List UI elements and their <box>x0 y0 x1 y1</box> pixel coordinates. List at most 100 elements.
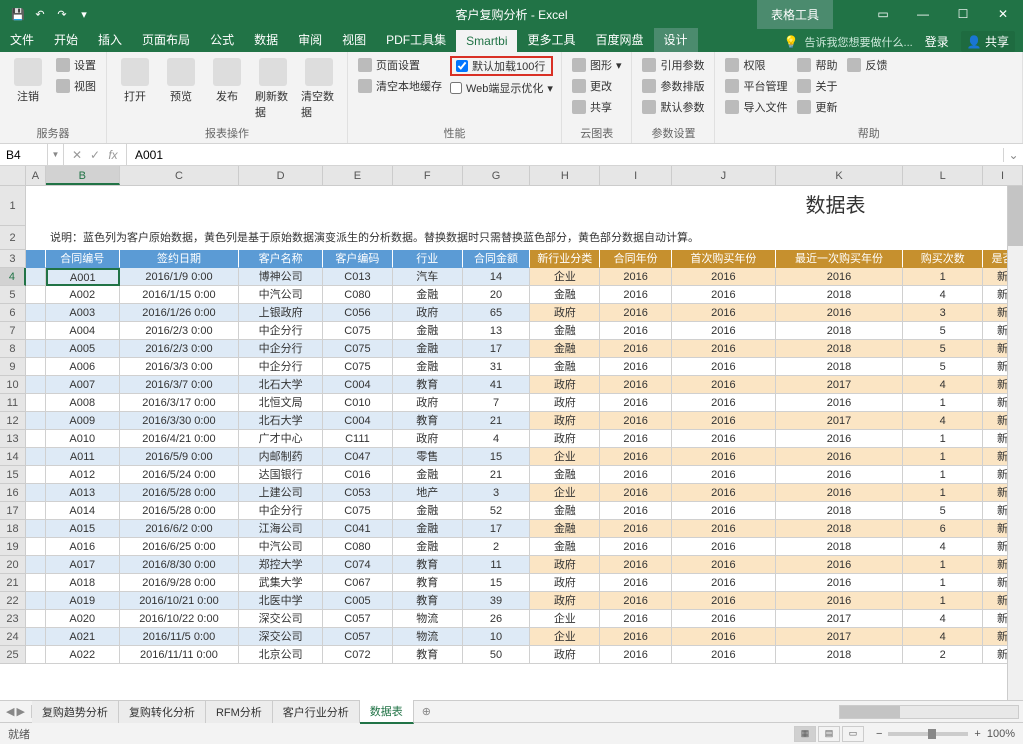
cell[interactable]: C047 <box>323 448 393 466</box>
cell[interactable]: 2016 <box>600 466 672 484</box>
page-break-view-button[interactable]: ▭ <box>842 726 864 742</box>
col-header[interactable]: L <box>903 166 983 185</box>
cell[interactable]: 2016/1/9 0:00 <box>120 268 240 286</box>
cell[interactable]: 金融 <box>393 520 463 538</box>
logout-button[interactable]: 注销 <box>8 56 48 106</box>
cell[interactable]: 2016 <box>600 376 672 394</box>
cell[interactable]: 2016/6/25 0:00 <box>120 538 240 556</box>
cell[interactable]: 2016 <box>776 484 904 502</box>
cell[interactable]: 政府 <box>530 394 600 412</box>
cell[interactable]: 6 <box>903 520 983 538</box>
cell[interactable]: C057 <box>323 610 393 628</box>
maximize-button[interactable]: ☐ <box>943 0 983 28</box>
cell[interactable]: 教育 <box>393 376 463 394</box>
col-header[interactable]: D <box>239 166 323 185</box>
cell[interactable]: 2016 <box>672 538 776 556</box>
cell[interactable]: 17 <box>463 520 531 538</box>
cell[interactable]: C111 <box>323 430 393 448</box>
cell[interactable]: 金融 <box>393 502 463 520</box>
page-layout-view-button[interactable]: ▤ <box>818 726 840 742</box>
cell[interactable]: 2016 <box>600 610 672 628</box>
cell[interactable]: 教育 <box>393 412 463 430</box>
sheet-prev-icon[interactable]: ◀ <box>6 705 14 718</box>
row-header[interactable]: 14 <box>0 448 26 466</box>
cell[interactable]: 上建公司 <box>239 484 323 502</box>
cell[interactable]: A010 <box>46 430 120 448</box>
cell[interactable]: 2016 <box>600 646 672 664</box>
cell[interactable]: 中汽公司 <box>239 286 323 304</box>
cell[interactable]: 金融 <box>393 286 463 304</box>
col-header[interactable]: K <box>776 166 904 185</box>
row-header[interactable]: 12 <box>0 412 26 430</box>
zoom-in-button[interactable]: + <box>974 728 980 740</box>
cell[interactable]: 26 <box>463 610 531 628</box>
tab-baidu[interactable]: 百度网盘 <box>586 27 654 52</box>
cell[interactable]: 50 <box>463 646 531 664</box>
cell[interactable]: A003 <box>46 304 120 322</box>
cell[interactable]: 2016/10/22 0:00 <box>120 610 240 628</box>
cell[interactable]: 2016 <box>672 466 776 484</box>
cell[interactable]: 1 <box>903 394 983 412</box>
cell[interactable]: 5 <box>903 502 983 520</box>
cell[interactable]: 2016 <box>600 538 672 556</box>
cell[interactable]: 2016/6/2 0:00 <box>120 520 240 538</box>
cell[interactable]: 2016 <box>600 592 672 610</box>
publish-button[interactable]: 发布 <box>207 56 247 106</box>
chart-button[interactable]: 图形 ▾ <box>570 56 624 74</box>
open-button[interactable]: 打开 <box>115 56 155 106</box>
cell[interactable]: 2016 <box>600 520 672 538</box>
cell[interactable]: 2016 <box>776 268 904 286</box>
about-button[interactable]: 关于 <box>795 77 839 95</box>
cell[interactable]: 教育 <box>393 592 463 610</box>
sort-param-button[interactable]: 参数排版 <box>640 77 706 95</box>
ref-param-button[interactable]: 引用参数 <box>640 56 706 74</box>
login-button[interactable]: 登录 <box>919 31 955 52</box>
cell[interactable]: 教育 <box>393 556 463 574</box>
cell[interactable]: 2016 <box>776 466 904 484</box>
col-header[interactable]: C <box>120 166 240 185</box>
cell[interactable]: 金融 <box>393 466 463 484</box>
row-header[interactable]: 5 <box>0 286 26 304</box>
cell[interactable]: 企业 <box>530 268 600 286</box>
tab-data[interactable]: 数据 <box>244 27 288 52</box>
cell[interactable]: 3 <box>903 304 983 322</box>
cell[interactable]: A007 <box>46 376 120 394</box>
cell[interactable]: C075 <box>323 340 393 358</box>
cell[interactable]: 深交公司 <box>239 610 323 628</box>
cell[interactable]: C004 <box>323 376 393 394</box>
tab-review[interactable]: 审阅 <box>288 27 332 52</box>
cell[interactable]: 政府 <box>530 556 600 574</box>
cell[interactable]: C005 <box>323 592 393 610</box>
cell[interactable]: 物流 <box>393 610 463 628</box>
cell[interactable]: C075 <box>323 322 393 340</box>
cell[interactable]: A005 <box>46 340 120 358</box>
default-param-button[interactable]: 默认参数 <box>640 98 706 116</box>
cell[interactable]: 2016 <box>600 448 672 466</box>
cell[interactable]: 4 <box>903 628 983 646</box>
cell[interactable]: 1 <box>903 448 983 466</box>
cell[interactable]: 2018 <box>776 358 904 376</box>
cell[interactable]: 零售 <box>393 448 463 466</box>
cell[interactable]: 1 <box>903 556 983 574</box>
cell[interactable]: A001 <box>46 268 120 286</box>
cell[interactable]: 2018 <box>776 322 904 340</box>
horizontal-scrollbar[interactable] <box>439 705 1023 719</box>
cell[interactable]: C072 <box>323 646 393 664</box>
row-header[interactable]: 1 <box>0 186 26 226</box>
cell[interactable]: 2016 <box>672 574 776 592</box>
name-box[interactable] <box>0 144 48 165</box>
cell[interactable]: 企业 <box>530 610 600 628</box>
tellme-input[interactable]: 告诉我您想要做什么... <box>805 34 913 50</box>
cell[interactable]: 2016 <box>672 592 776 610</box>
cell[interactable]: 2016 <box>672 322 776 340</box>
cell[interactable]: 政府 <box>530 304 600 322</box>
cell[interactable]: 金融 <box>530 466 600 484</box>
row-header[interactable]: 9 <box>0 358 26 376</box>
row-header[interactable]: 17 <box>0 502 26 520</box>
clear-cache-button[interactable]: 清空本地缓存 <box>356 77 444 95</box>
cell[interactable]: 2017 <box>776 376 904 394</box>
row-header[interactable]: 19 <box>0 538 26 556</box>
sheet-tab[interactable]: 复购转化分析 <box>119 701 206 723</box>
minimize-button[interactable]: — <box>903 0 943 28</box>
cell[interactable]: 上银政府 <box>239 304 323 322</box>
